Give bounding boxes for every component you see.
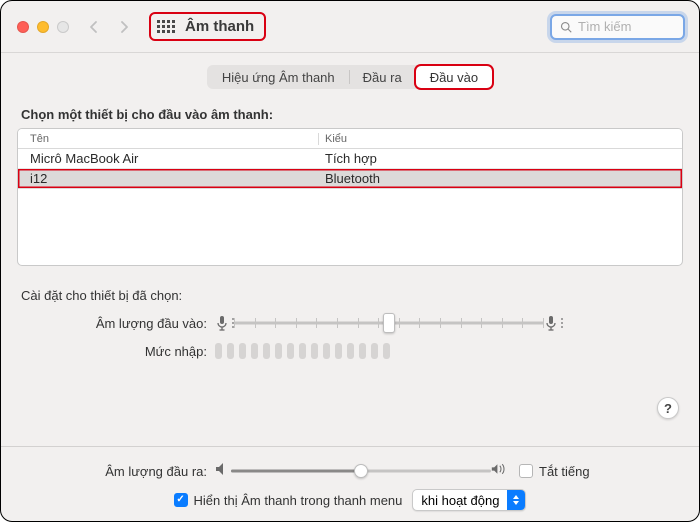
table-row[interactable]: Micrô MacBook Air Tích hợp xyxy=(18,149,682,169)
output-volume-row: Âm lượng đầu ra: Tắt tiếng xyxy=(17,461,683,481)
mute-label: Tắt tiếng xyxy=(539,464,590,479)
content: Hiệu ứng Âm thanh Đầu ra Đầu vào Chọn mộ… xyxy=(1,53,699,446)
tab-sound-effects[interactable]: Hiệu ứng Âm thanh xyxy=(208,66,349,88)
pane-title: Âm thanh xyxy=(185,18,254,35)
output-volume-label: Âm lượng đầu ra: xyxy=(17,464,215,479)
device-name: i12 xyxy=(18,171,318,186)
menubar-mode-select[interactable]: khi hoạt động xyxy=(412,489,526,511)
output-volume-slider-wrap xyxy=(231,461,491,481)
input-volume-slider-wrap xyxy=(234,313,544,333)
column-header-name[interactable]: Tên xyxy=(18,133,318,145)
column-header-type[interactable]: Kiểu xyxy=(318,133,682,145)
menubar-checkbox-box xyxy=(174,493,188,507)
table-row[interactable]: i12 Bluetooth xyxy=(18,169,682,189)
table-header: Tên Kiểu xyxy=(18,129,682,149)
minimize-window-button[interactable] xyxy=(37,21,49,33)
input-level-meter xyxy=(215,343,515,359)
input-level-row: Mức nhập: xyxy=(17,343,683,359)
close-window-button[interactable] xyxy=(17,21,29,33)
back-button[interactable] xyxy=(83,16,105,38)
show-all-button[interactable] xyxy=(157,20,175,33)
device-type: Bluetooth xyxy=(318,171,682,186)
input-level-label: Mức nhập: xyxy=(17,344,215,359)
input-device-table: Tên Kiểu Micrô MacBook Air Tích hợp i12 … xyxy=(17,128,683,266)
titlebar: Âm thanh Tìm kiếm xyxy=(1,1,699,53)
search-icon xyxy=(560,21,572,33)
grid-icon xyxy=(157,20,175,33)
device-select-prompt: Chọn một thiết bị cho đầu vào âm thanh: xyxy=(21,107,679,122)
show-in-menubar-checkbox[interactable]: Hiển thị Âm thanh trong thanh menu xyxy=(174,493,403,508)
search-field[interactable]: Tìm kiếm xyxy=(550,14,685,40)
updown-arrows-icon xyxy=(507,489,525,511)
help-button[interactable]: ? xyxy=(657,397,679,419)
mic-high-icon xyxy=(544,314,563,332)
device-type: Tích hợp xyxy=(318,151,682,166)
slider-thumb[interactable] xyxy=(354,464,368,478)
title-group: Âm thanh xyxy=(149,12,266,41)
mic-low-icon xyxy=(215,314,234,332)
menubar-row: Hiển thị Âm thanh trong thanh menu khi h… xyxy=(17,489,683,511)
mute-checkbox[interactable]: Tắt tiếng xyxy=(519,464,590,479)
input-volume-label: Âm lượng đầu vào: xyxy=(17,316,215,331)
device-settings-heading: Cài đặt cho thiết bị đã chọn: xyxy=(21,288,679,303)
output-volume-slider[interactable] xyxy=(231,461,491,481)
speaker-high-icon xyxy=(491,462,507,481)
tab-output[interactable]: Đầu ra xyxy=(349,66,416,88)
zoom-window-button xyxy=(57,21,69,33)
select-value: khi hoạt động xyxy=(421,493,499,508)
window-controls xyxy=(17,21,69,33)
footer: Âm lượng đầu ra: Tắt tiếng xyxy=(1,446,699,521)
menubar-label: Hiển thị Âm thanh trong thanh menu xyxy=(194,493,403,508)
search-placeholder: Tìm kiếm xyxy=(578,19,631,34)
segmented-control: Hiệu ứng Âm thanh Đầu ra Đầu vào xyxy=(207,65,493,89)
tab-input[interactable]: Đầu vào xyxy=(416,66,492,88)
mute-checkbox-box xyxy=(519,464,533,478)
speaker-low-icon xyxy=(215,462,231,481)
tab-bar: Hiệu ứng Âm thanh Đầu ra Đầu vào xyxy=(17,65,683,89)
sound-preferences-window: Âm thanh Tìm kiếm Hiệu ứng Âm thanh Đầu … xyxy=(0,0,700,522)
slider-thumb[interactable] xyxy=(383,313,395,333)
input-volume-slider[interactable] xyxy=(234,313,544,333)
device-name: Micrô MacBook Air xyxy=(18,151,318,166)
forward-button[interactable] xyxy=(113,16,135,38)
input-volume-row: Âm lượng đầu vào: xyxy=(17,313,683,333)
